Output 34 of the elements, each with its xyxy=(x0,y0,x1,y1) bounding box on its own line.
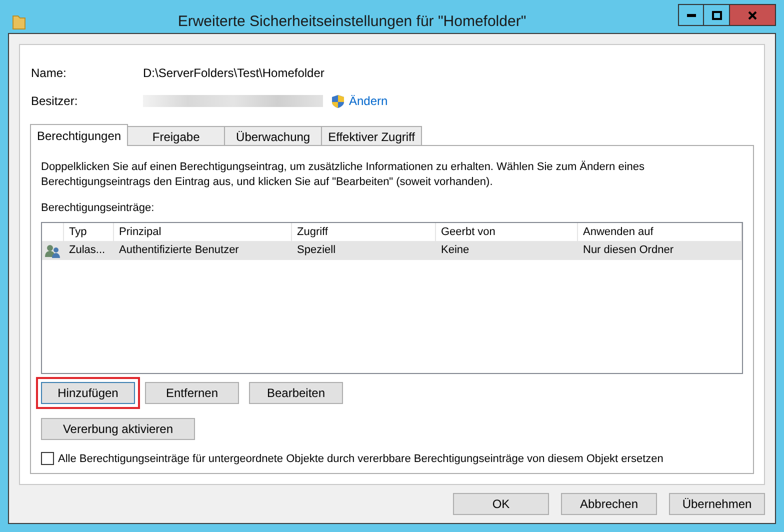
shield-icon xyxy=(331,94,345,108)
window-title: Erweiterte Sicherheitseinstellungen für "Homefolder" xyxy=(176,13,528,30)
change-link[interactable]: Ändern xyxy=(349,94,388,108)
users-icon xyxy=(45,244,61,258)
field-label: Name: xyxy=(31,66,68,80)
field-value: D:\ServerFolders\Test\Homefolder xyxy=(143,66,324,80)
tab[interactable]: Effektiver Zugriff xyxy=(321,126,422,146)
inheritance-button[interactable]: Vererbung aktivieren xyxy=(41,418,195,440)
table-row[interactable]: Zulas... Authentifizierte Benutzer Speziell Keine Nur diesen Ordner xyxy=(42,241,742,260)
table-cell-text: Keine xyxy=(440,243,470,258)
section-label: Berechtigungseinträge: xyxy=(41,202,156,214)
minimize-icon xyxy=(686,14,696,16)
dialog-button[interactable]: Abbrechen xyxy=(561,493,657,515)
tab[interactable]: Freigabe xyxy=(127,126,226,146)
maximize-icon xyxy=(712,10,722,20)
checkbox[interactable] xyxy=(41,452,54,465)
table-cell-text: Authentifizierte Benutzer xyxy=(118,243,240,258)
folder-icon xyxy=(12,14,26,30)
close-button[interactable] xyxy=(730,4,776,26)
checkbox-label: Alle Berechtigungseinträge für untergeordnete Objekte durch vererbbare Berechtigungseinträge von diesem Objekt ersetzen xyxy=(58,452,664,464)
description-text: Doppelklicken Sie auf einen Berechtigungseintrag, um zusätzliche Informationen zu erhalten. Wählen Sie zum Ändern eines Berechtigungseintrags den Eintrag aus, und klicken Sie auf "Bearbeiten" (soweit vorhanden). xyxy=(41,160,646,190)
table-cell-text: Zulas... xyxy=(68,243,106,258)
field-label: Besitzer: xyxy=(31,94,79,108)
action-button[interactable]: Bearbeiten xyxy=(249,382,343,404)
action-button[interactable]: Entfernen xyxy=(145,382,239,404)
minimize-button[interactable] xyxy=(678,4,704,26)
tab[interactable]: Überwachung xyxy=(224,126,322,146)
close-icon xyxy=(748,10,757,20)
dialog-button[interactable]: OK xyxy=(453,493,549,515)
table-cell-text: Nur diesen Ordner xyxy=(582,243,674,258)
tab[interactable]: Berechtigungen xyxy=(30,124,128,146)
dialog-button[interactable]: Übernehmen xyxy=(669,493,765,515)
maximize-button[interactable] xyxy=(704,4,730,26)
table-cell-text: Speziell xyxy=(296,243,337,258)
